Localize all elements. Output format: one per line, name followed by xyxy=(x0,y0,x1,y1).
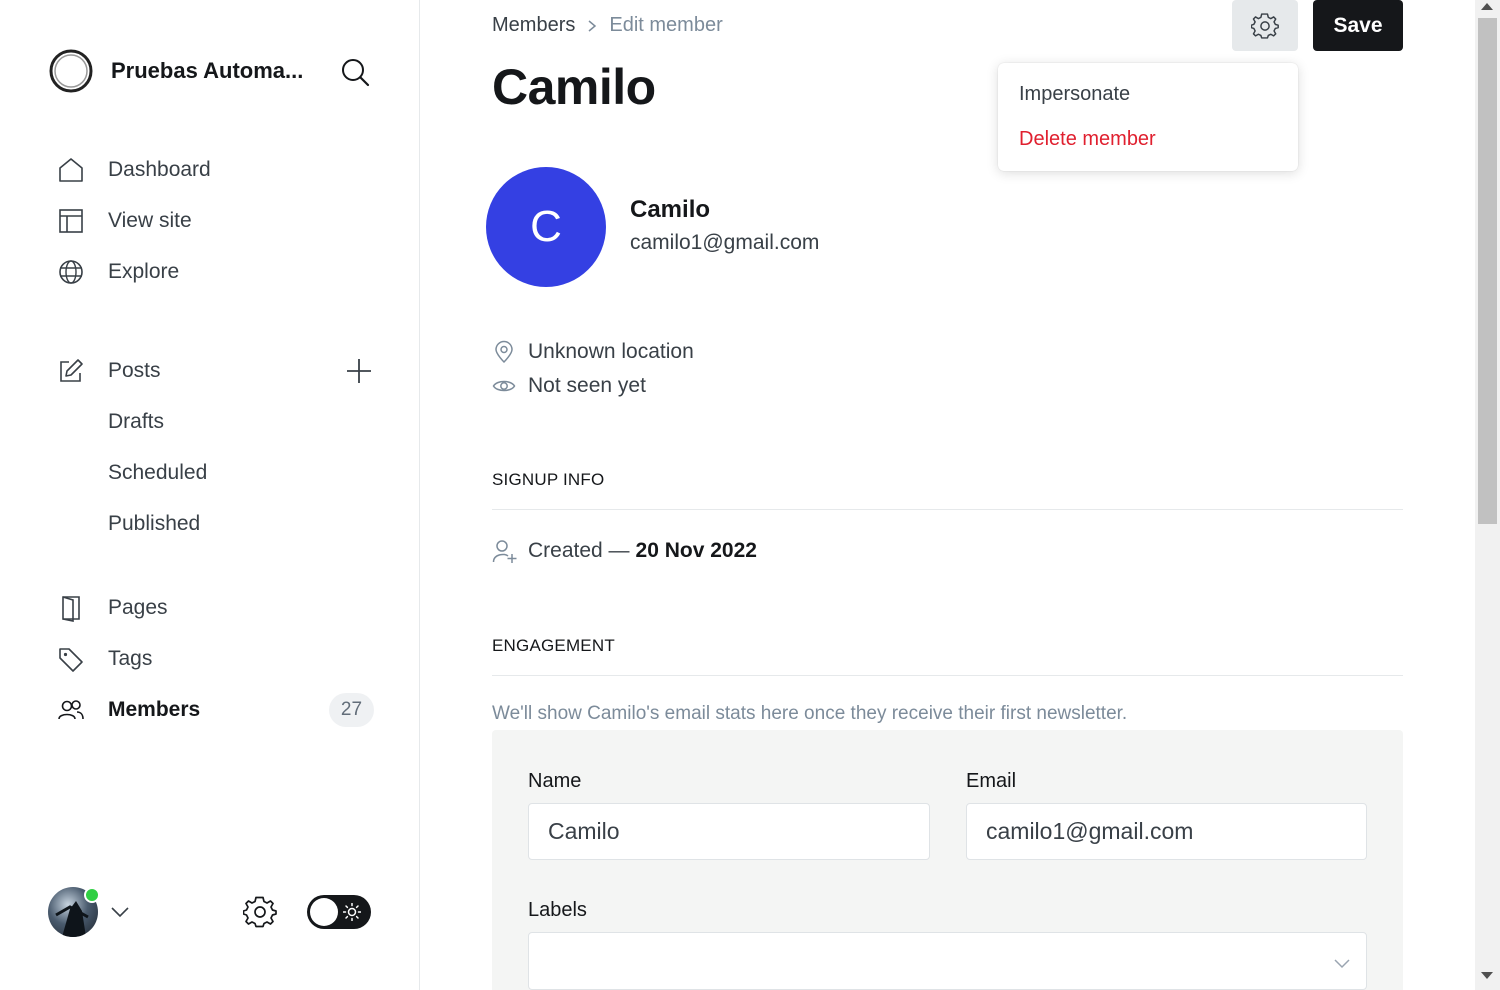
settings-gear-icon[interactable] xyxy=(243,895,277,929)
sidebar-item-label: Pages xyxy=(108,596,168,619)
sidebar-item-label: Tags xyxy=(108,647,153,670)
breadcrumb-current: Edit member xyxy=(609,14,723,36)
engagement-note: We'll show Camilo's email stats here onc… xyxy=(492,703,1128,724)
scroll-up-arrow-icon[interactable] xyxy=(1481,3,1493,10)
member-settings-button[interactable] xyxy=(1232,0,1298,51)
home-icon xyxy=(56,155,86,185)
scroll-down-arrow-icon[interactable] xyxy=(1481,972,1493,979)
sidebar-item-dashboard[interactable]: Dashboard xyxy=(56,150,386,190)
gear-icon xyxy=(1251,12,1279,39)
member-name: Camilo xyxy=(630,196,711,223)
tag-icon xyxy=(56,644,86,674)
last-seen-text: Not seen yet xyxy=(528,374,646,397)
sun-icon xyxy=(343,903,361,921)
search-icon[interactable] xyxy=(340,57,370,87)
sidebar-item-label: View site xyxy=(108,209,192,232)
sidebar-item-drafts[interactable]: Drafts xyxy=(56,402,386,442)
engagement-heading: ENGAGEMENT xyxy=(492,636,615,655)
sidebar-item-label: Scheduled xyxy=(108,461,208,484)
sidebar-item-label: Published xyxy=(108,512,201,535)
name-field[interactable] xyxy=(528,803,930,860)
online-status-dot xyxy=(84,887,100,903)
sidebar-item-published[interactable]: Published xyxy=(56,504,386,544)
sidebar-item-label: Members xyxy=(108,698,201,721)
delete-member-menu-item[interactable]: Delete member xyxy=(1019,128,1156,151)
sidebar-item-members[interactable]: Members 27 xyxy=(56,690,386,730)
toggle-knob xyxy=(310,898,338,926)
sidebar-item-pages[interactable]: Pages xyxy=(56,588,386,628)
name-label: Name xyxy=(528,770,582,792)
sidebar-item-scheduled[interactable]: Scheduled xyxy=(56,453,386,493)
member-actions-menu: Impersonate Delete member xyxy=(998,63,1298,171)
globe-icon xyxy=(56,257,86,287)
sidebar-item-explore[interactable]: Explore xyxy=(56,252,386,292)
signup-created: Created — 20 Nov 2022 xyxy=(492,538,757,564)
breadcrumb: Members Edit member xyxy=(492,14,723,37)
sidebar-item-label: Posts xyxy=(108,359,161,382)
impersonate-menu-item[interactable]: Impersonate xyxy=(1019,83,1130,106)
layout-icon xyxy=(56,206,86,236)
email-label: Email xyxy=(966,770,1017,792)
location-text: Unknown location xyxy=(528,340,694,363)
edit-icon xyxy=(56,356,86,386)
eye-icon xyxy=(492,380,516,392)
site-title: Pruebas Automa... xyxy=(111,58,304,83)
chevron-down-icon[interactable] xyxy=(110,902,130,922)
save-button[interactable]: Save xyxy=(1313,0,1403,51)
email-field[interactable] xyxy=(966,803,1367,860)
member-last-seen: Not seen yet xyxy=(492,374,646,398)
member-form: Name Email Labels xyxy=(492,730,1403,990)
site-logo-icon xyxy=(49,49,93,93)
new-post-plus-icon[interactable] xyxy=(344,356,374,386)
labels-label: Labels xyxy=(528,899,587,921)
page-scrollbar[interactable] xyxy=(1475,0,1500,990)
sidebar-item-posts[interactable]: Posts xyxy=(56,351,386,391)
location-pin-icon xyxy=(495,340,513,364)
member-location: Unknown location xyxy=(492,340,694,364)
chevron-right-icon xyxy=(588,19,597,32)
sidebar: Pruebas Automa... Dashboard View site Ex… xyxy=(0,0,420,990)
breadcrumb-members-link[interactable]: Members xyxy=(492,14,575,37)
member-email: camilo1@gmail.com xyxy=(630,231,820,254)
sidebar-item-label: Dashboard xyxy=(108,158,211,181)
chevron-down-icon xyxy=(1334,959,1350,969)
signup-info-heading: SIGNUP INFO xyxy=(492,470,605,489)
sidebar-item-view-site[interactable]: View site xyxy=(56,201,386,241)
page-icon xyxy=(56,593,86,623)
scrollbar-thumb[interactable] xyxy=(1478,18,1497,524)
created-date: 20 Nov 2022 xyxy=(635,539,757,562)
user-plus-icon xyxy=(492,540,517,563)
labels-select[interactable] xyxy=(528,932,1367,990)
member-avatar: C xyxy=(486,167,606,287)
members-count-badge: 27 xyxy=(329,693,374,727)
dark-mode-toggle[interactable] xyxy=(307,895,371,929)
brand[interactable]: Pruebas Automa... xyxy=(48,48,316,94)
sidebar-item-tags[interactable]: Tags xyxy=(56,639,386,679)
page-title: Camilo xyxy=(492,59,656,115)
main-content: Members Edit member Camilo Save Imperson… xyxy=(420,0,1475,990)
sidebar-item-label: Explore xyxy=(108,260,180,283)
sidebar-item-label: Drafts xyxy=(108,410,165,433)
members-icon xyxy=(56,695,86,725)
divider xyxy=(492,509,1403,510)
created-label: Created — xyxy=(528,539,630,562)
divider xyxy=(492,675,1403,676)
